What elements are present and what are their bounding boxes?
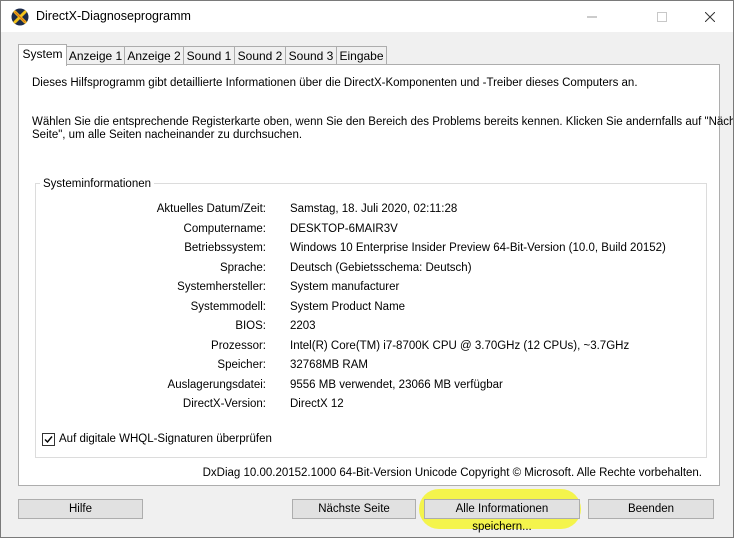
sysinfo-label-model: Systemmodell: xyxy=(190,300,266,313)
sysinfo-value-computername: DESKTOP-6MAIR3V xyxy=(290,222,398,235)
tab-anzeige-1[interactable]: Anzeige 1 xyxy=(66,46,125,65)
sysinfo-row: Aktuelles Datum/Zeit: Samstag, 18. Juli … xyxy=(19,203,699,217)
intro-text-2: Wählen Sie die entsprechende Registerkar… xyxy=(32,116,734,128)
minimize-icon xyxy=(587,16,597,17)
sysinfo-value-os: Windows 10 Enterprise Insider Preview 64… xyxy=(290,242,666,254)
sysinfo-value-processor: Intel(R) Core(TM) i7-8700K CPU @ 3.70GHz… xyxy=(290,339,630,352)
sysinfo-row: Speicher: 32768MB RAM xyxy=(19,359,699,373)
tab-anzeige-2[interactable]: Anzeige 2 xyxy=(124,46,184,65)
system-tab-panel: Dieses Hilfsprogramm gibt detaillierte I… xyxy=(18,64,733,486)
whql-checkbox-label: Auf digitale WHQL-Signaturen überprüfen xyxy=(59,433,272,445)
sysinfo-label-manufacturer: Systemhersteller: xyxy=(177,281,266,293)
sysinfo-row: DirectX-Version: DirectX 12 xyxy=(19,398,699,412)
intro-text-3: Seite", um alle Seiten nacheinander zu d… xyxy=(32,129,303,141)
sysinfo-row: Auslagerungsdatei: 9556 MB verwendet, 23… xyxy=(19,379,699,393)
sysinfo-value-manufacturer: System manufacturer xyxy=(290,281,400,293)
tab-eingabe[interactable]: Eingabe xyxy=(336,46,387,65)
sysinfo-row: Systemmodell: System Product Name xyxy=(19,301,699,315)
intro-text-1: Dieses Hilfsprogramm gibt detaillierte I… xyxy=(32,77,638,89)
sysinfo-value-memory: 32768MB RAM xyxy=(290,359,368,371)
next-page-button[interactable]: Nächste Seite xyxy=(292,499,416,519)
minimize-button[interactable] xyxy=(569,1,615,32)
sysinfo-label-pagefile: Auslagerungsdatei: xyxy=(167,378,266,391)
sysinfo-value-directx: DirectX 12 xyxy=(290,398,344,410)
maximize-button[interactable] xyxy=(639,1,685,32)
sysinfo-row: Betriebssystem: Windows 10 Enterprise In… xyxy=(19,242,699,256)
copyright-text: DxDiag 10.00.20152.1000 64-Bit-Version U… xyxy=(202,467,702,479)
sysinfo-value-model: System Product Name xyxy=(290,300,406,313)
tab-system[interactable]: System xyxy=(18,44,67,66)
sysinfo-label-datetime: Aktuelles Datum/Zeit: xyxy=(156,203,266,215)
checkmark-icon xyxy=(44,435,53,443)
sysinfo-label-directx: DirectX-Version: xyxy=(182,398,266,410)
dxdiag-window: DirectX-Diagnoseprogramm System Anzeige … xyxy=(0,0,734,538)
sysinfo-row: Sprache: Deutsch (Gebietsschema: Deutsch… xyxy=(19,262,699,276)
sysinfo-value-bios: 2203 xyxy=(290,320,316,332)
sysinfo-label-processor: Prozessor: xyxy=(211,339,266,352)
sysinfo-value-language: Deutsch (Gebietsschema: Deutsch) xyxy=(290,261,472,274)
sysinfo-label-os: Betriebssystem: xyxy=(184,242,266,254)
exit-button[interactable]: Beenden xyxy=(588,499,714,519)
whql-checkbox[interactable] xyxy=(42,432,55,446)
window-title: DirectX-Diagnoseprogramm xyxy=(36,9,191,23)
sysinfo-label-memory: Speicher: xyxy=(217,359,266,371)
sysinfo-label-computername: Computername: xyxy=(183,222,266,235)
title-bar[interactable]: DirectX-Diagnoseprogramm xyxy=(1,1,733,32)
sysinfo-label-bios: BIOS: xyxy=(235,320,266,332)
sysinfo-value-datetime: Samstag, 18. Juli 2020, 02:11:28 xyxy=(290,203,458,215)
sysinfo-title: Systeminformationen xyxy=(40,178,155,190)
sysinfo-row: Computername: DESKTOP-6MAIR3V xyxy=(19,223,699,237)
sysinfo-row: Systemhersteller: System manufacturer xyxy=(19,281,699,295)
sysinfo-label-language: Sprache: xyxy=(219,261,266,274)
sysinfo-row: Prozessor: Intel(R) Core(TM) i7-8700K CP… xyxy=(19,340,699,354)
sysinfo-row: BIOS: 2203 xyxy=(19,320,699,334)
help-button[interactable]: Hilfe xyxy=(18,499,143,519)
maximize-icon xyxy=(657,11,667,22)
sysinfo-value-pagefile: 9556 MB verwendet, 23066 MB verfügbar xyxy=(290,378,503,391)
tab-sound-3[interactable]: Sound 3 xyxy=(285,46,337,65)
close-button[interactable] xyxy=(687,1,733,32)
whql-checkbox-row[interactable]: Auf digitale WHQL-Signaturen überprüfen xyxy=(42,432,272,446)
tab-sound-1[interactable]: Sound 1 xyxy=(183,46,235,65)
close-icon xyxy=(705,11,715,22)
tab-sound-2[interactable]: Sound 2 xyxy=(234,46,286,65)
save-all-info-button[interactable]: Alle Informationen speichern... xyxy=(424,499,580,533)
directx-icon xyxy=(11,8,29,26)
